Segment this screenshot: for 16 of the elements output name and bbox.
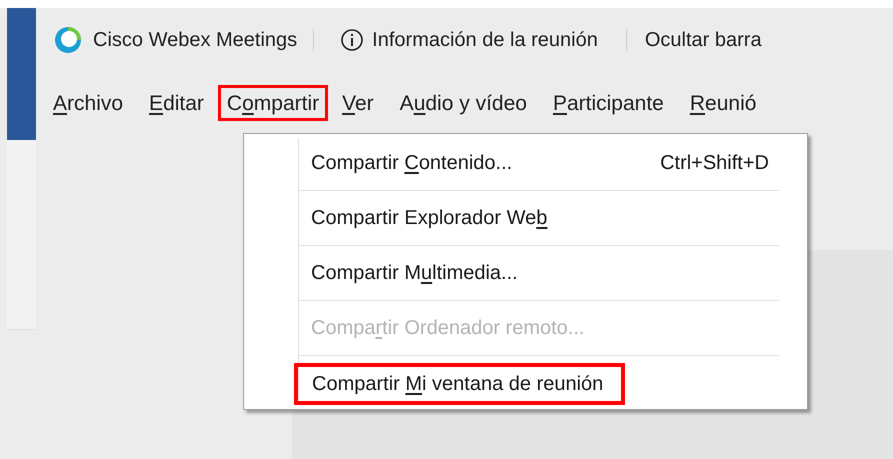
menu-option[interactable]: Compartir Contenido... Ctrl+Shift+D [299,142,779,184]
menu-item[interactable]: Editar [137,85,216,121]
menu-option[interactable]: Compartir Multimedia... [299,252,779,294]
app-logo-icon [54,26,82,54]
menu-item[interactable]: Reunió [678,85,768,121]
hide-bar-button[interactable]: Ocultar barra [644,25,762,55]
meeting-info-button[interactable]: Información de la reunión [330,25,608,55]
menu-option[interactable]: Compartir Explorador Web [299,197,779,239]
menu-item[interactable]: Participante [540,85,676,121]
menu-item[interactable]: Audio y vídeo [388,85,539,121]
menu-option[interactable]: Compartir Mi ventana de reunión [294,362,626,404]
app-name: Cisco Webex Meetings [93,28,298,53]
menu-item[interactable]: Compartir [218,85,328,121]
menu-item[interactable]: Archivo [41,85,136,121]
info-icon [340,28,364,52]
menu-item[interactable]: Ver [330,85,386,121]
